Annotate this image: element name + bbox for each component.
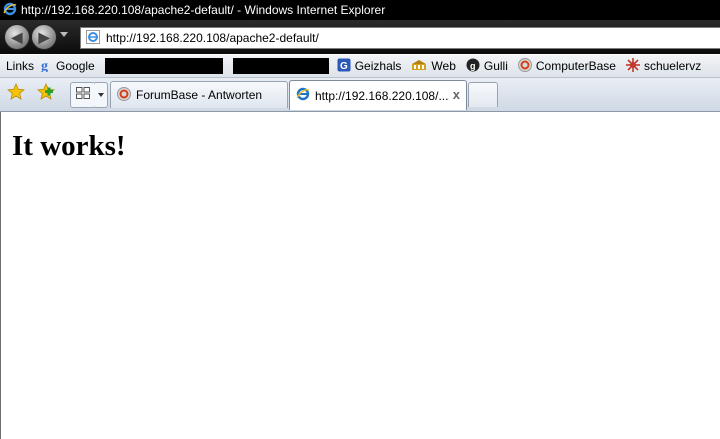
tab-bar: ForumBase - Antworten http://192.168.220…	[0, 78, 720, 112]
forward-button[interactable]: ▶	[31, 24, 57, 50]
close-tab-icon[interactable]: x	[453, 87, 460, 102]
star-icon	[7, 82, 25, 106]
schuelervz-icon	[625, 57, 640, 75]
link-gulli[interactable]: g Gulli	[466, 58, 508, 75]
page-content: It works!	[0, 112, 720, 439]
add-favorite-icon	[37, 82, 55, 106]
tab-label: http://192.168.220.108/...	[315, 88, 449, 103]
svg-text:g: g	[41, 59, 48, 72]
google-icon: g	[40, 58, 52, 75]
quick-tabs-icon	[76, 86, 90, 104]
address-bar[interactable]: http://192.168.220.108/apache2-default/	[80, 27, 720, 49]
link-computerbase[interactable]: ComputerBase	[517, 57, 616, 75]
link-geizhals[interactable]: G Geizhals	[337, 58, 401, 75]
links-bar: Links g Google G Geizhals Web g Gulli Co…	[0, 55, 720, 78]
computerbase-icon	[517, 57, 532, 75]
web-icon	[411, 59, 427, 74]
quick-tabs-button[interactable]	[70, 82, 96, 108]
page-icon	[86, 29, 100, 47]
new-tab-button[interactable]	[468, 82, 498, 107]
link-google[interactable]: g Google	[40, 58, 95, 75]
ie-icon	[296, 87, 310, 104]
favorites-button[interactable]	[6, 82, 26, 106]
add-favorite-button[interactable]	[36, 82, 56, 106]
arrow-right-icon: ▶	[38, 28, 50, 45]
redacted-link	[232, 58, 329, 74]
gulli-icon: g	[466, 58, 480, 75]
geizhals-icon: G	[337, 58, 351, 75]
address-text: http://192.168.220.108/apache2-default/	[106, 31, 319, 45]
navigation-bar: ◀ ▶ http://192.168.220.108/apache2-defau…	[0, 20, 720, 54]
svg-text:g: g	[470, 61, 476, 71]
link-web[interactable]: Web	[411, 59, 456, 74]
svg-text:G: G	[340, 61, 348, 72]
tab-list-dropdown[interactable]	[95, 82, 108, 108]
ie-icon	[3, 2, 17, 19]
forumbase-icon	[117, 86, 131, 104]
tab-label: ForumBase - Antworten	[136, 88, 263, 102]
back-button[interactable]: ◀	[4, 24, 30, 50]
arrow-left-icon: ◀	[11, 28, 23, 45]
redacted-link	[104, 58, 223, 74]
links-label[interactable]: Links	[6, 59, 34, 73]
title-bar: http://192.168.220.108/apache2-default/ …	[0, 0, 720, 20]
link-schuelervz[interactable]: schuelervz	[625, 57, 701, 75]
tab-apache-default[interactable]: http://192.168.220.108/... x	[289, 80, 467, 110]
window-title: http://192.168.220.108/apache2-default/ …	[21, 3, 386, 17]
recent-pages-dropdown[interactable]	[60, 32, 68, 37]
page-heading: It works!	[12, 130, 126, 162]
tab-forumbase[interactable]: ForumBase - Antworten	[110, 81, 288, 108]
